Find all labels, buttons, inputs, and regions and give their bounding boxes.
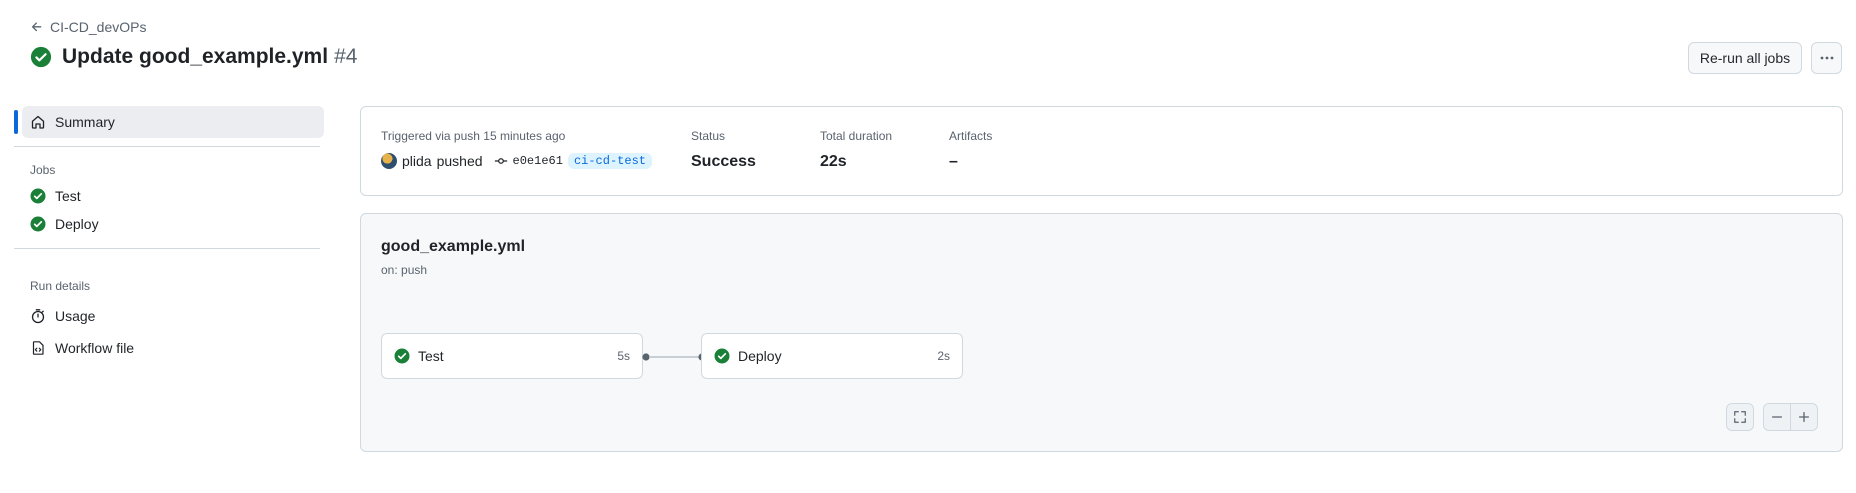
sidebar-heading-jobs: Jobs — [30, 163, 56, 177]
sidebar-item-summary-label: Summary — [55, 114, 115, 130]
artifacts-value: – — [949, 153, 958, 170]
sidebar-item-workflow-file[interactable]: Workflow file — [30, 337, 134, 359]
workflow-graph-card: good_example.yml on: push Test 5s Deploy… — [360, 213, 1843, 452]
status-info: Status Success — [691, 129, 756, 171]
avatar[interactable] — [381, 153, 397, 169]
stopwatch-icon — [31, 309, 45, 324]
success-check-icon — [394, 348, 410, 364]
trigger-details: plida pushed e0e1e61 ci-cd-test — [381, 153, 652, 169]
job-node-label: Deploy — [738, 348, 782, 364]
workflow-trigger: on: push — [381, 263, 428, 277]
sidebar-job-label: Test — [55, 188, 81, 204]
job-node-label: Test — [418, 348, 444, 364]
duration-label: Total duration — [820, 129, 893, 143]
more-options-button[interactable] — [1811, 42, 1842, 74]
sidebar-item-job-test[interactable]: Test — [30, 185, 81, 207]
job-connector — [642, 353, 706, 361]
sidebar-divider — [14, 146, 320, 147]
run-number: #4 — [334, 45, 358, 68]
actor-name[interactable]: plida — [402, 153, 432, 169]
run-summary-card: Triggered via push 15 minutes ago plida … — [360, 106, 1843, 196]
success-check-icon — [714, 348, 730, 364]
job-node-duration: 5s — [617, 349, 630, 363]
artifacts-info: Artifacts – — [949, 129, 992, 171]
trigger-label: Triggered via push 15 minutes ago — [381, 129, 566, 143]
duration-value: 22s — [820, 153, 847, 170]
success-check-icon — [30, 216, 46, 232]
page-title: Update good_example.yml #4 — [62, 45, 357, 69]
run-title: Update good_example.yml — [62, 45, 329, 68]
commit-sha-link[interactable]: e0e1e61 — [513, 154, 563, 168]
success-check-icon — [30, 46, 52, 68]
minus-icon — [1771, 416, 1783, 418]
home-icon — [31, 115, 45, 129]
job-node-duration: 2s — [937, 349, 950, 363]
job-node-deploy[interactable]: Deploy 2s — [701, 333, 963, 379]
plus-icon — [1798, 411, 1810, 423]
status-label: Status — [691, 129, 726, 143]
sidebar-heading-run-details: Run details — [30, 279, 91, 293]
fullscreen-button[interactable] — [1726, 403, 1754, 431]
artifacts-label: Artifacts — [949, 129, 993, 143]
sidebar-item-summary[interactable]: Summary — [14, 106, 324, 138]
sidebar-item-workflow-file-label: Workflow file — [55, 340, 135, 356]
zoom-in-button[interactable] — [1790, 403, 1818, 431]
file-code-icon — [32, 341, 44, 355]
back-link[interactable]: CI-CD_devOPs — [30, 19, 146, 35]
kebab-horizontal-icon — [1820, 56, 1833, 60]
branch-badge[interactable]: ci-cd-test — [567, 153, 652, 169]
push-action: pushed — [436, 153, 483, 169]
sidebar-job-label: Deploy — [55, 216, 99, 232]
status-value: Success — [691, 153, 756, 170]
sidebar-divider — [14, 248, 320, 249]
fullscreen-icon — [1734, 411, 1746, 423]
arrow-left-icon — [31, 22, 42, 32]
job-node-test[interactable]: Test 5s — [381, 333, 643, 379]
sidebar-item-usage-label: Usage — [55, 308, 96, 324]
page-title-row: Update good_example.yml #4 — [30, 45, 357, 69]
zoom-out-button[interactable] — [1763, 403, 1791, 431]
rerun-all-jobs-button[interactable]: Re-run all jobs — [1688, 42, 1802, 74]
trigger-info: Triggered via push 15 minutes ago plida … — [381, 129, 652, 169]
duration-info: Total duration 22s — [820, 129, 892, 171]
sidebar-item-usage[interactable]: Usage — [30, 305, 95, 327]
back-link-label: CI-CD_devOPs — [50, 19, 147, 35]
git-commit-icon — [494, 158, 507, 164]
workflow-file-name: good_example.yml — [381, 238, 526, 255]
sidebar-item-job-deploy[interactable]: Deploy — [30, 213, 99, 235]
success-check-icon — [30, 188, 46, 204]
